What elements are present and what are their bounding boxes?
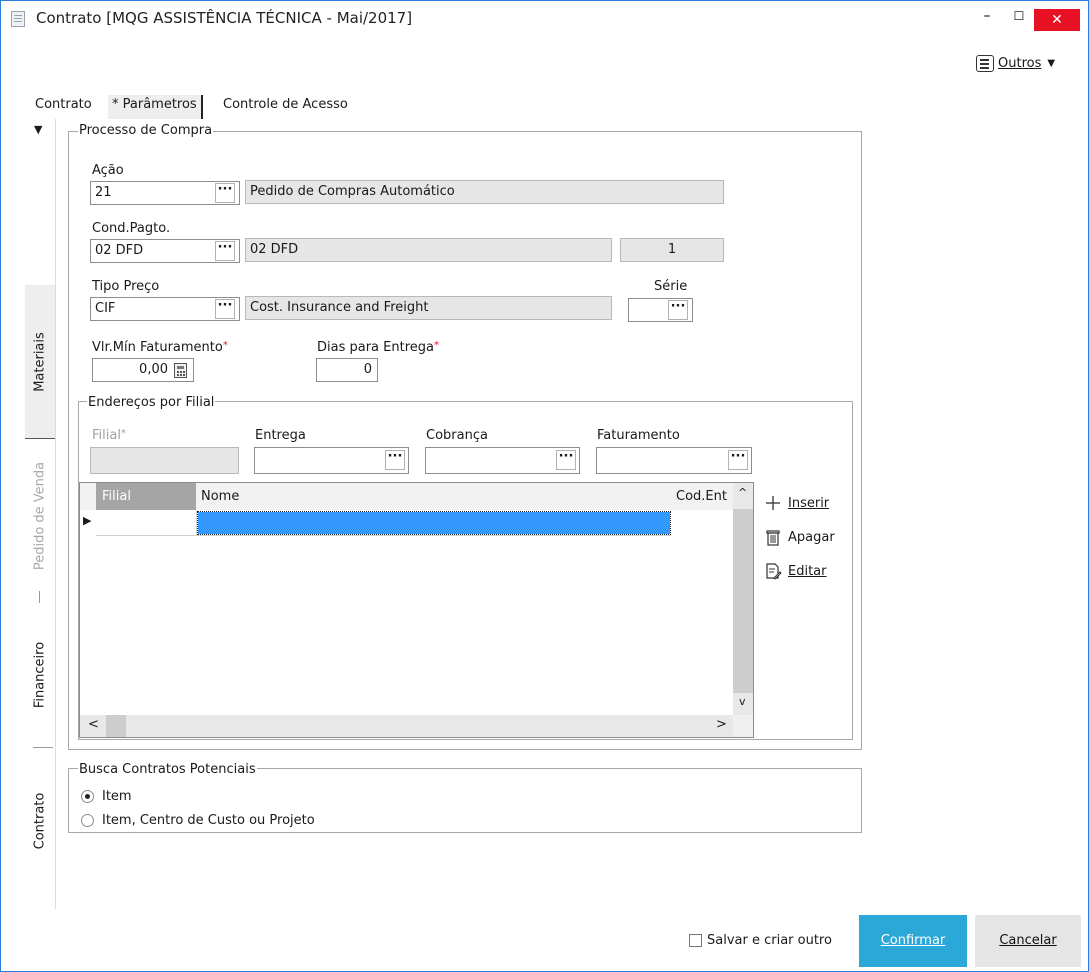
tab-contrato[interactable]: Contrato	[35, 95, 92, 119]
enderecos-title: Endereços por Filial	[87, 395, 216, 410]
side-tab-contrato[interactable]: Contrato	[25, 761, 55, 881]
trash-icon	[766, 530, 780, 546]
processo-compra-title: Processo de Compra	[78, 123, 214, 138]
tab-controle-acesso[interactable]: Controle de Acesso	[223, 95, 348, 119]
serie-lookup-button[interactable]: ···	[668, 300, 688, 320]
inserir-label: Inserir	[788, 495, 830, 511]
salvar-criar-outro-checkbox[interactable]: Salvar e criar outro	[689, 933, 832, 948]
side-tab-label: Materiais	[32, 332, 48, 392]
checkbox[interactable]	[689, 934, 702, 947]
side-tab-pedido-venda[interactable]: Pedido de Venda	[25, 441, 55, 591]
vlr-min-label-text: Vlr.Mín Faturamento	[92, 340, 223, 355]
side-tab-label: Financeiro	[32, 641, 48, 709]
scrollbar-corner	[733, 715, 753, 737]
side-tab-label: Contrato	[32, 792, 48, 850]
outros-label: Outros	[998, 56, 1042, 71]
entrega-lookup-button[interactable]: ···	[385, 450, 405, 470]
faturamento-lookup-button[interactable]: ···	[728, 450, 748, 470]
tipo-preco-lookup-button[interactable]: ···	[215, 299, 235, 319]
filial-label-text: Filial	[92, 428, 121, 443]
editar-label: Editar	[788, 563, 827, 579]
dias-entrega-label: Dias para Entrega*	[317, 340, 439, 355]
dias-entrega-label-text: Dias para Entrega	[317, 340, 434, 355]
required-mark: *	[433, 340, 439, 351]
apagar-label: Apagar	[788, 529, 835, 545]
minimize-button[interactable]: –	[969, 1, 1005, 31]
side-tab-materiais[interactable]: Materiais	[25, 285, 55, 439]
tipo-preco-label: Tipo Preço	[92, 279, 160, 294]
side-tab-label: Pedido de Venda	[32, 461, 48, 571]
cond-pagto-extra-field: 1	[620, 238, 724, 262]
table-cell-nome-selected[interactable]	[197, 511, 671, 535]
maximize-button[interactable]: ☐	[1001, 1, 1037, 31]
cobranca-label: Cobrança	[426, 428, 488, 443]
plus-icon	[766, 496, 780, 510]
acao-description-field: Pedido de Compras Automático	[245, 180, 724, 204]
required-mark: *	[120, 428, 126, 439]
cond-pagto-lookup-button[interactable]: ···	[215, 241, 235, 261]
window-title: Contrato [MQG ASSISTÊNCIA TÉCNICA - Mai/…	[36, 9, 413, 27]
column-header-filial[interactable]: Filial	[96, 483, 196, 510]
outros-menu[interactable]: Outros ▼	[976, 55, 1055, 72]
scroll-right-arrow[interactable]: >	[716, 717, 727, 732]
salvar-criar-outro-label: Salvar e criar outro	[707, 933, 832, 948]
window-app-icon	[11, 11, 25, 27]
acao-lookup-button[interactable]: ···	[215, 183, 235, 203]
enderecos-grid[interactable]: Filial Nome Cod.Ent ▶ ^ v < >	[79, 482, 754, 738]
cond-pagto-label: Cond.Pagto.	[92, 221, 171, 236]
dias-entrega-input[interactable]: 0	[316, 358, 378, 382]
tipo-preco-description-field: Cost. Insurance and Freight	[245, 296, 612, 320]
radio-button[interactable]	[81, 814, 94, 827]
serie-label: Série	[654, 279, 688, 294]
side-tab-financeiro[interactable]: Financeiro	[25, 605, 55, 745]
horizontal-scrollbar[interactable]: < >	[80, 715, 733, 737]
scroll-left-arrow[interactable]: <	[88, 717, 99, 732]
radio-item-centro-custo[interactable]: Item, Centro de Custo ou Projeto	[81, 813, 315, 828]
confirm-button[interactable]: Confirmar	[859, 915, 967, 967]
required-mark: *	[222, 340, 228, 351]
vertical-scrollbar[interactable]: ^ v	[733, 483, 753, 715]
column-header-cod-ent[interactable]: Cod.Ent	[676, 483, 736, 510]
scroll-down-arrow[interactable]: v	[739, 695, 746, 708]
row-indicator-icon: ▶	[83, 514, 92, 527]
side-tab-divider	[25, 438, 55, 439]
side-panel-border	[55, 119, 56, 909]
side-tab-separator	[33, 747, 53, 748]
collapse-arrow-icon[interactable]: ▼	[34, 123, 42, 136]
inserir-button[interactable]: Inserir	[764, 494, 829, 512]
apagar-button[interactable]: Apagar	[764, 528, 835, 546]
editar-button[interactable]: Editar	[764, 562, 827, 580]
cancel-button[interactable]: Cancelar	[975, 915, 1081, 967]
filial-label: Filial*	[92, 428, 126, 443]
tab-parametros[interactable]: * Parâmetros	[108, 95, 203, 119]
vlr-min-label: Vlr.Mín Faturamento*	[92, 340, 228, 355]
close-button[interactable]: ✕	[1034, 9, 1080, 31]
column-header-nome[interactable]: Nome	[201, 483, 661, 510]
chevron-down-icon: ▼	[1047, 58, 1056, 69]
cond-pagto-description-field: 02 DFD	[245, 238, 612, 262]
radio-item-label: Item	[102, 789, 132, 804]
vertical-scroll-thumb[interactable]	[733, 509, 753, 693]
radio-item-label: Item, Centro de Custo ou Projeto	[102, 813, 315, 828]
entrega-label: Entrega	[255, 428, 306, 443]
edit-icon	[766, 563, 782, 580]
radio-button[interactable]	[81, 790, 94, 803]
acao-label: Ação	[92, 163, 124, 178]
cancel-label: Cancelar	[999, 933, 1057, 948]
calculator-icon[interactable]	[174, 363, 187, 378]
filial-field	[90, 447, 239, 474]
table-cell-filial[interactable]	[96, 510, 197, 535]
horizontal-scroll-thumb[interactable]	[106, 715, 126, 737]
list-icon	[976, 55, 994, 72]
busca-contratos-title: Busca Contratos Potenciais	[78, 762, 257, 777]
cobranca-lookup-button[interactable]: ···	[556, 450, 576, 470]
contract-window: Contrato [MQG ASSISTÊNCIA TÉCNICA - Mai/…	[0, 0, 1089, 972]
scroll-up-arrow[interactable]: ^	[738, 486, 747, 499]
radio-item[interactable]: Item	[81, 789, 132, 804]
table-row[interactable]	[96, 510, 671, 536]
side-tab-separator	[39, 591, 40, 603]
confirm-label: Confirmar	[880, 933, 946, 948]
faturamento-label: Faturamento	[597, 428, 680, 443]
